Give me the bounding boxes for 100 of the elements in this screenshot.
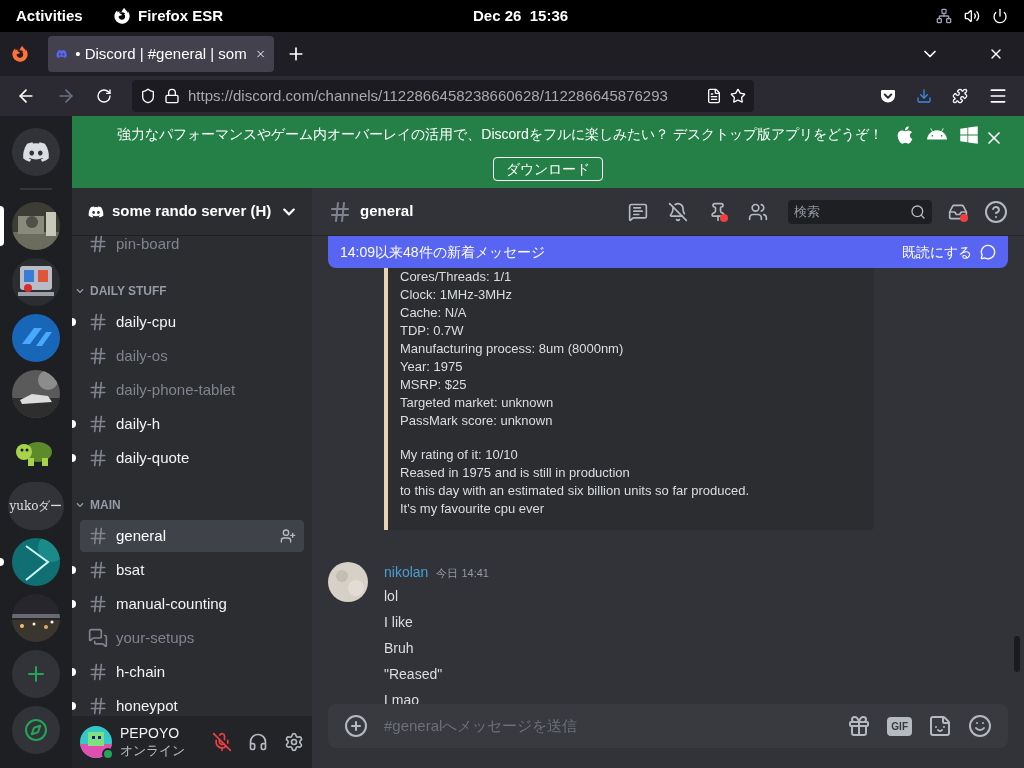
channel-title: general [360, 201, 415, 222]
power-icon[interactable] [992, 8, 1008, 24]
add-server-button[interactable] [12, 650, 60, 698]
windows-icon [958, 124, 979, 145]
search-placeholder: 検索 [794, 202, 821, 221]
banner-text: 強力なパフォーマンスやゲーム内オーバーレイの活用で、Discordをフルに楽しみたい？ デスクトップ版アプリをどうぞ！ [117, 125, 883, 144]
channel-item[interactable]: daily-h [80, 408, 304, 440]
emoji-icon[interactable] [968, 714, 992, 738]
channel-name: honeypot [116, 695, 179, 716]
channel-name: daily-h [116, 413, 162, 434]
channel-name: daily-phone-tablet [116, 379, 237, 400]
search-field[interactable]: 検索 [788, 199, 932, 224]
download-icon[interactable] [916, 88, 932, 104]
channel-item[interactable]: h-chain [80, 656, 304, 688]
embed-line: to this day with an estimated six billion units so far produced. [400, 482, 750, 500]
channel-name: daily-cpu [116, 311, 178, 332]
bell-off-icon[interactable] [668, 201, 688, 222]
user-avatar[interactable] [80, 726, 112, 758]
server-badge-icon [88, 203, 104, 220]
username: PEPOYO [120, 725, 181, 743]
home-button[interactable] [12, 128, 60, 176]
hash-icon [88, 696, 108, 716]
channel-item[interactable]: daily-os [80, 340, 304, 372]
tab-title: • Discord | #general | som [75, 43, 247, 64]
embed-line: Reased in 1975 and is still in production [400, 464, 631, 482]
embed-line: Targeted market: unknown [400, 394, 555, 412]
activities-button[interactable]: Activities [16, 4, 114, 28]
channel-item[interactable]: general [80, 520, 304, 552]
search-icon [910, 203, 926, 220]
threads-icon[interactable] [628, 201, 648, 222]
shield-icon[interactable] [140, 88, 156, 104]
url-field[interactable]: https://discord.com/channels/1122866458238660628/112286645876293 [132, 80, 754, 112]
settings-icon[interactable] [284, 732, 304, 752]
channel-name: bsat [116, 559, 146, 580]
embed-line: My rating of it: 10/10 [400, 446, 519, 464]
download-button[interactable]: ダウンロード [493, 157, 603, 181]
pocket-icon[interactable] [880, 88, 896, 104]
hash-icon [88, 662, 108, 682]
volume-icon[interactable] [964, 8, 980, 24]
message-text: "Reased" [384, 665, 444, 684]
browser-tab[interactable]: • Discord | #general | som [48, 36, 274, 72]
channel-item[interactable]: manual-counting [80, 588, 304, 620]
hash-icon [328, 199, 352, 224]
channel-item[interactable]: honeypot [80, 690, 304, 716]
sticker-icon[interactable] [928, 714, 952, 738]
embed-line: It's my favourite cpu ever [400, 500, 546, 518]
channel-name: h-chain [116, 661, 167, 682]
channel-item[interactable]: daily-phone-tablet [80, 374, 304, 406]
gift-icon[interactable] [847, 714, 872, 738]
message-text: I like [384, 613, 414, 632]
firefox-menu-icon[interactable] [12, 46, 28, 62]
embed-line: Clock: 1MHz-3MHz [400, 286, 513, 304]
hash-icon [88, 234, 108, 254]
menu-icon[interactable] [988, 86, 1008, 106]
server-name: some rando server (H) [112, 201, 273, 222]
compass-icon [24, 718, 48, 742]
hash-icon [88, 560, 108, 580]
reader-view-icon[interactable] [706, 88, 722, 104]
discover-button[interactable] [12, 706, 60, 754]
gif-button[interactable]: GIF [887, 716, 912, 736]
clock[interactable]: Dec 26 15:36 [473, 4, 569, 28]
channel-name: manual-counting [116, 593, 228, 614]
help-icon[interactable] [984, 199, 1008, 224]
channel-item[interactable]: daily-cpu [80, 306, 304, 338]
embed-line: Cores/Threads: 1/1 [400, 268, 513, 286]
lock-icon[interactable] [164, 88, 180, 104]
category-header[interactable]: DAILY STUFF [72, 262, 312, 304]
channel-name: your-setups [116, 627, 196, 648]
new-messages-text: 14:09以来48件の新着メッセージ [340, 242, 546, 262]
channel-item[interactable]: bsat [80, 554, 304, 586]
channel-item[interactable]: your-setups [80, 622, 304, 654]
firefox-icon [114, 8, 130, 24]
mark-read-link[interactable]: 既読にする [902, 241, 972, 263]
forum-icon [88, 628, 108, 648]
scrollbar-thumb[interactable] [1014, 636, 1020, 672]
attach-plus-icon[interactable] [344, 714, 368, 738]
channel-name: general [116, 525, 168, 546]
invite-icon[interactable] [280, 528, 296, 544]
extensions-icon[interactable] [952, 88, 968, 104]
network-icon[interactable] [936, 8, 952, 24]
author-avatar[interactable] [328, 562, 368, 602]
embed-line: Cache: N/A [400, 304, 468, 322]
server-icon[interactable]: yukoダー [8, 482, 64, 530]
bookmark-star-icon[interactable] [730, 88, 746, 104]
app-name[interactable]: Firefox ESR [138, 4, 224, 28]
members-icon[interactable] [748, 201, 768, 222]
hash-icon [88, 526, 108, 546]
hash-icon [88, 380, 108, 400]
hash-icon [88, 594, 108, 614]
chevron-icon [76, 287, 84, 295]
author-name[interactable]: nikolan [384, 562, 429, 583]
category-header[interactable]: MAIN [72, 476, 312, 518]
url-text: https://discord.com/channels/1122866458238660628/112286645876293 [188, 85, 669, 106]
reload-icon[interactable] [96, 88, 112, 104]
embed-line: TDP: 0.7W [400, 322, 465, 340]
channel-name: pin-board [116, 233, 181, 254]
message-text: Bruh [384, 639, 415, 658]
channel-item[interactable]: daily-quote [80, 442, 304, 474]
headphones-icon[interactable] [248, 732, 268, 752]
muted-mic-icon[interactable] [212, 732, 232, 752]
